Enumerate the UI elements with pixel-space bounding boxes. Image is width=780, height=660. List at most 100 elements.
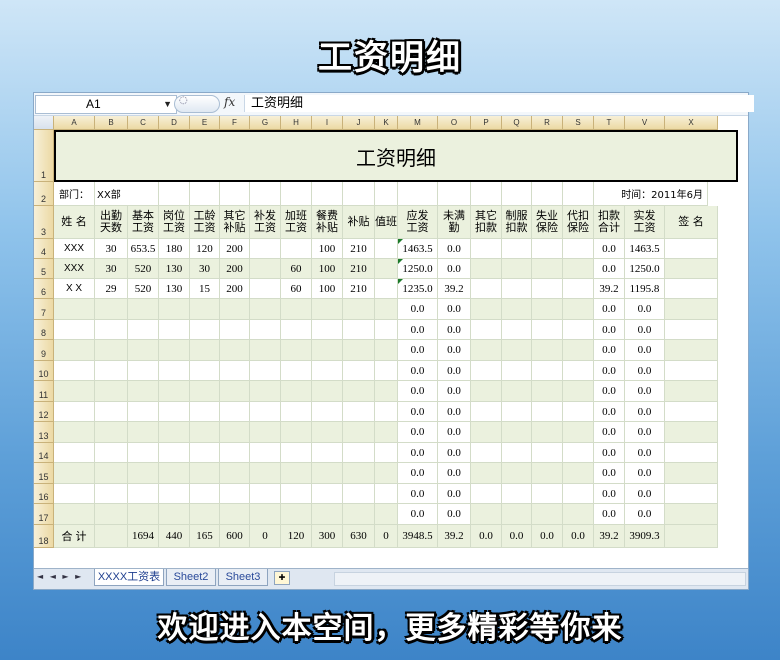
cell[interactable] bbox=[532, 402, 563, 422]
cell[interactable]: 0 bbox=[250, 525, 281, 548]
cell[interactable]: 0.0 bbox=[438, 340, 471, 361]
cell[interactable] bbox=[532, 422, 563, 443]
cell[interactable]: 0.0 bbox=[438, 320, 471, 340]
cell[interactable]: 1250.0 bbox=[398, 259, 438, 279]
cell[interactable] bbox=[665, 484, 718, 504]
cell[interactable] bbox=[159, 299, 190, 320]
column-header-e[interactable]: E bbox=[190, 116, 220, 130]
column-header-t[interactable]: T bbox=[594, 116, 625, 130]
cell[interactable] bbox=[532, 299, 563, 320]
cell[interactable] bbox=[220, 443, 250, 463]
cell[interactable] bbox=[281, 402, 312, 422]
cell[interactable] bbox=[375, 361, 398, 381]
column-header-k[interactable]: K bbox=[375, 116, 398, 130]
cell[interactable] bbox=[220, 402, 250, 422]
chevron-down-icon[interactable]: ▼ bbox=[113, 96, 172, 113]
cell[interactable] bbox=[563, 340, 594, 361]
cell[interactable]: 653.5 bbox=[128, 239, 159, 259]
cell[interactable] bbox=[343, 443, 375, 463]
cell[interactable] bbox=[502, 182, 532, 206]
cell[interactable]: 300 bbox=[312, 525, 343, 548]
cell[interactable] bbox=[471, 279, 502, 299]
cell[interactable] bbox=[159, 182, 190, 206]
cell[interactable]: 0.0 bbox=[563, 525, 594, 548]
cell[interactable] bbox=[281, 422, 312, 443]
column-header-p[interactable]: P bbox=[471, 116, 502, 130]
cell[interactable] bbox=[54, 463, 95, 484]
cell[interactable] bbox=[532, 320, 563, 340]
cell[interactable] bbox=[281, 361, 312, 381]
row-header-15[interactable]: 15 bbox=[34, 463, 54, 484]
cell[interactable]: XXX bbox=[54, 259, 95, 279]
cell[interactable] bbox=[312, 340, 343, 361]
cell[interactable] bbox=[54, 361, 95, 381]
cell[interactable] bbox=[665, 279, 718, 299]
row-header-12[interactable]: 12 bbox=[34, 402, 54, 422]
column-header-a[interactable]: A bbox=[54, 116, 95, 130]
cell[interactable] bbox=[220, 340, 250, 361]
cell[interactable]: 165 bbox=[190, 525, 220, 548]
sheet-tab[interactable]: XXXX工资表 bbox=[94, 569, 164, 586]
cell[interactable] bbox=[563, 381, 594, 402]
cell[interactable] bbox=[250, 320, 281, 340]
formula-input[interactable]: 工资明细 bbox=[244, 95, 754, 112]
cell[interactable] bbox=[190, 443, 220, 463]
cell[interactable] bbox=[159, 381, 190, 402]
cell[interactable] bbox=[190, 320, 220, 340]
cell[interactable] bbox=[190, 402, 220, 422]
cell[interactable] bbox=[312, 361, 343, 381]
row-header-1[interactable]: 1 bbox=[34, 130, 54, 182]
column-header-b[interactable]: B bbox=[95, 116, 128, 130]
cell[interactable]: 0.0 bbox=[438, 484, 471, 504]
cell[interactable]: 0.0 bbox=[438, 381, 471, 402]
row-header-9[interactable]: 9 bbox=[34, 340, 54, 361]
cell[interactable]: XXX bbox=[54, 239, 95, 259]
cell[interactable] bbox=[343, 182, 375, 206]
cell[interactable]: 0.0 bbox=[625, 402, 665, 422]
cell[interactable]: 0.0 bbox=[398, 381, 438, 402]
column-header-i[interactable]: I bbox=[312, 116, 343, 130]
cell[interactable] bbox=[128, 320, 159, 340]
cell[interactable]: 0.0 bbox=[471, 525, 502, 548]
cell[interactable] bbox=[532, 443, 563, 463]
cell[interactable]: 30 bbox=[95, 239, 128, 259]
cell[interactable] bbox=[95, 422, 128, 443]
cell[interactable]: 0.0 bbox=[625, 381, 665, 402]
insert-sheet-icon[interactable]: ✚ bbox=[274, 571, 290, 585]
cell[interactable] bbox=[375, 463, 398, 484]
cell[interactable] bbox=[471, 239, 502, 259]
cell[interactable] bbox=[250, 182, 281, 206]
cell[interactable] bbox=[563, 299, 594, 320]
cell[interactable]: 0.0 bbox=[625, 484, 665, 504]
cell[interactable]: 39.2 bbox=[594, 525, 625, 548]
cell[interactable]: 0.0 bbox=[625, 422, 665, 443]
cell[interactable]: 0.0 bbox=[438, 361, 471, 381]
cell[interactable] bbox=[375, 484, 398, 504]
cell[interactable] bbox=[375, 279, 398, 299]
cell[interactable] bbox=[95, 299, 128, 320]
cell[interactable]: 0.0 bbox=[438, 259, 471, 279]
cell[interactable] bbox=[54, 381, 95, 402]
cell[interactable] bbox=[502, 504, 532, 525]
cell[interactable] bbox=[220, 422, 250, 443]
cell[interactable]: 0.0 bbox=[398, 402, 438, 422]
cell[interactable] bbox=[281, 340, 312, 361]
cell[interactable] bbox=[54, 443, 95, 463]
cell[interactable] bbox=[220, 182, 250, 206]
cell[interactable] bbox=[220, 484, 250, 504]
cell[interactable] bbox=[665, 525, 718, 548]
cell[interactable] bbox=[312, 504, 343, 525]
cell[interactable] bbox=[343, 422, 375, 443]
time-value[interactable]: 时间：2011年6月 bbox=[594, 182, 708, 206]
cell[interactable]: 210 bbox=[343, 239, 375, 259]
column-header-m[interactable]: M bbox=[398, 116, 438, 130]
cell[interactable]: 0.0 bbox=[594, 320, 625, 340]
cell[interactable]: 200 bbox=[220, 279, 250, 299]
cell[interactable]: 0.0 bbox=[594, 402, 625, 422]
cell[interactable] bbox=[250, 484, 281, 504]
cell[interactable] bbox=[220, 320, 250, 340]
cell[interactable] bbox=[665, 443, 718, 463]
cell[interactable] bbox=[281, 299, 312, 320]
cell[interactable] bbox=[312, 443, 343, 463]
cell[interactable]: 100 bbox=[312, 279, 343, 299]
